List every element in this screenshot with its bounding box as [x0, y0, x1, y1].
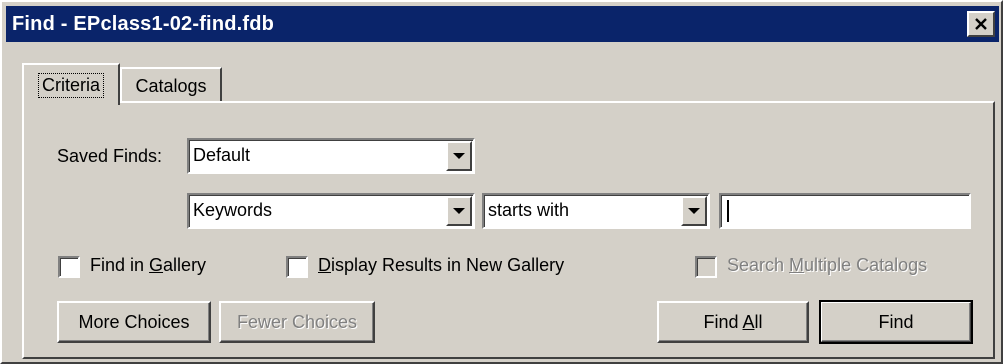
- search-multiple-accel: M: [789, 255, 805, 275]
- fewer-choices-label: Fewer Choices: [236, 311, 358, 332]
- find-in-gallery-accel: G: [149, 255, 164, 275]
- display-results-label[interactable]: Display Results in New Gallery: [318, 255, 564, 276]
- tab-criteria-label: Criteria: [37, 72, 105, 98]
- find-all-prefix: Find: [703, 311, 743, 332]
- chevron-down-icon: [453, 208, 465, 214]
- tab-catalogs-label: Catalogs: [135, 75, 207, 96]
- saved-finds-dropdown[interactable]: Default: [187, 138, 475, 174]
- saved-finds-dropdown-arrow[interactable]: [446, 141, 472, 171]
- display-results-label-suffix: isplay Results in New Gallery: [331, 255, 565, 275]
- more-choices-label: More Choices: [78, 311, 190, 332]
- fewer-choices-button: Fewer Choices: [219, 301, 375, 343]
- find-all-label: Find All: [703, 312, 762, 333]
- find-dialog: Find - EPclass1-02-find.fdb Criteria Cat…: [0, 0, 1003, 364]
- field-dropdown-arrow[interactable]: [446, 196, 472, 226]
- title-bar[interactable]: Find - EPclass1-02-find.fdb: [6, 6, 999, 42]
- find-all-button[interactable]: Find All: [657, 301, 809, 343]
- operator-dropdown[interactable]: starts with: [482, 193, 710, 229]
- search-text-input[interactable]: [719, 193, 971, 229]
- tab-criteria[interactable]: Criteria: [22, 63, 120, 105]
- chevron-down-icon: [453, 153, 465, 159]
- search-multiple-catalogs-label: Search Multiple Catalogs: [727, 255, 927, 276]
- find-in-gallery-label-prefix: Find in: [90, 255, 150, 275]
- find-button[interactable]: Find: [819, 300, 973, 344]
- find-all-suffix: ll: [754, 311, 763, 332]
- criteria-panel: Saved Finds: Default Keywords starts wit…: [22, 101, 995, 359]
- more-choices-button[interactable]: More Choices: [57, 301, 211, 343]
- search-multiple-label-suffix: ultiple Catalogs: [804, 255, 928, 275]
- saved-finds-label: Saved Finds:: [57, 146, 163, 166]
- find-all-accel: A: [742, 311, 755, 332]
- operator-dropdown-arrow[interactable]: [681, 196, 707, 226]
- tab-catalogs[interactable]: Catalogs: [120, 67, 222, 103]
- field-dropdown[interactable]: Keywords: [187, 193, 475, 229]
- find-in-gallery-label-suffix: allery: [163, 255, 207, 275]
- find-in-gallery-checkbox[interactable]: [58, 256, 80, 278]
- chevron-down-icon: [688, 208, 700, 214]
- saved-finds-value: Default: [193, 145, 251, 165]
- close-button[interactable]: [967, 11, 995, 37]
- close-icon: [975, 18, 987, 30]
- text-caret: [727, 200, 729, 222]
- search-multiple-label-prefix: Search: [727, 255, 790, 275]
- display-results-accel: D: [318, 255, 331, 275]
- find-in-gallery-label[interactable]: Find in Gallery: [90, 255, 206, 276]
- display-results-checkbox[interactable]: [286, 256, 308, 278]
- search-multiple-catalogs-checkbox: [695, 256, 717, 278]
- operator-value: starts with: [488, 200, 570, 220]
- find-label: Find: [878, 311, 914, 332]
- field-value: Keywords: [193, 200, 273, 220]
- window-title: Find - EPclass1-02-find.fdb: [12, 12, 275, 35]
